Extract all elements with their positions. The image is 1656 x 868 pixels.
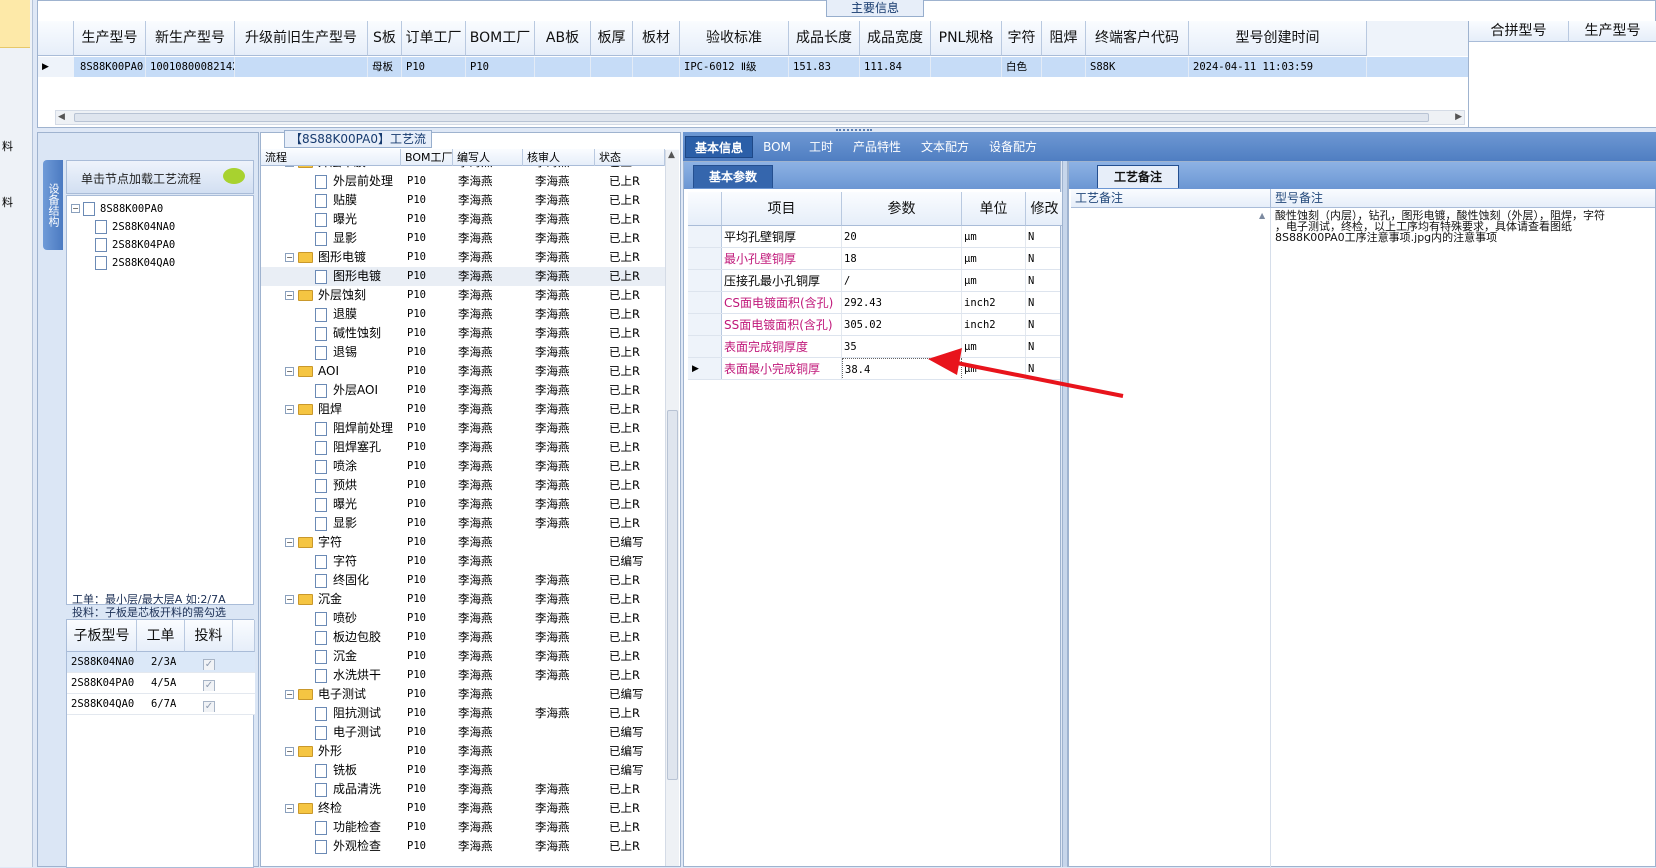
red-arrow-annotation xyxy=(928,348,1124,398)
